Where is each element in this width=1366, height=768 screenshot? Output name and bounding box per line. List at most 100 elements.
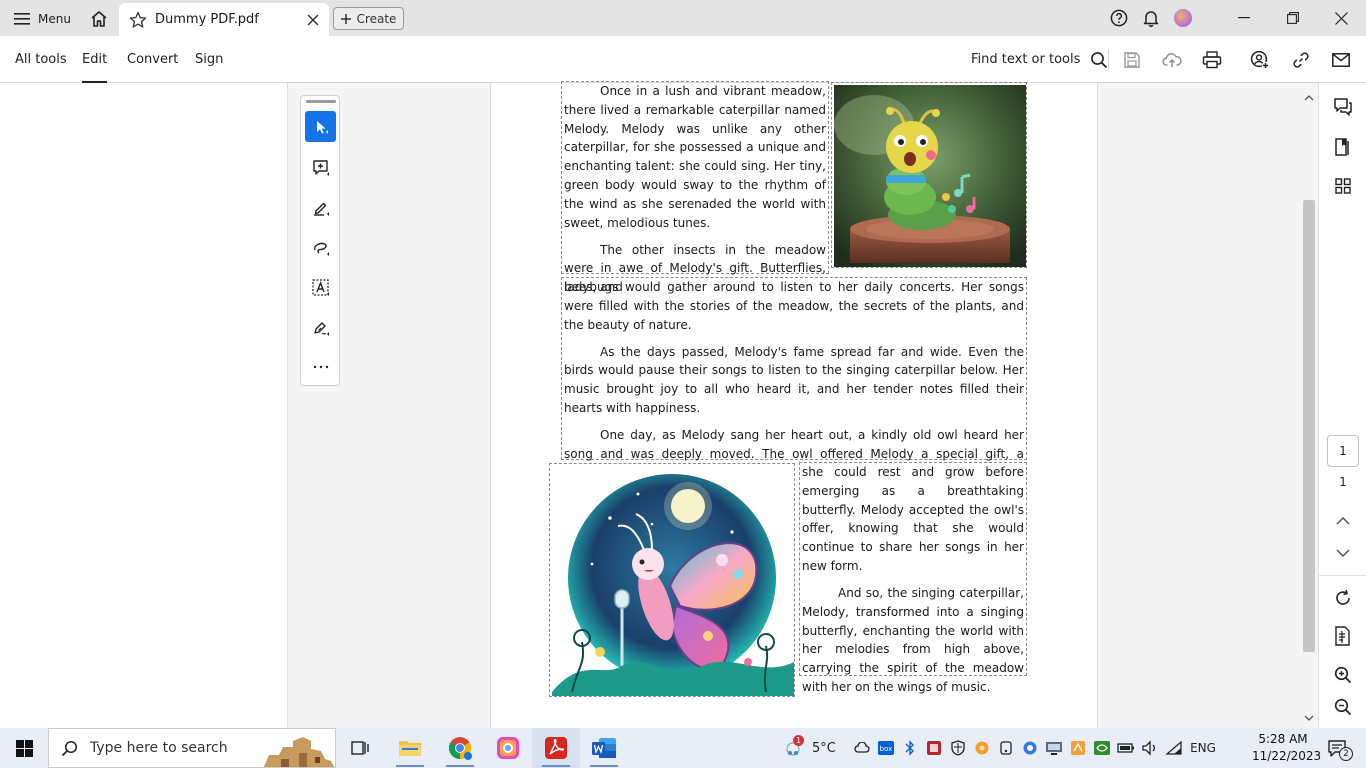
comments-button[interactable] [1331,95,1355,119]
add-comment-tool[interactable] [305,152,336,183]
text-block-paragraph-2[interactable]: ladybugs would gather around to listen t… [561,277,1027,480]
tab-title: Dummy PDF.pdf [155,12,259,27]
home-button[interactable] [86,6,112,31]
image-butterfly-frame[interactable] [549,463,795,697]
next-page-button[interactable] [1331,541,1355,565]
tab-sign[interactable]: Sign [195,36,223,83]
account-button[interactable] [1167,0,1199,36]
scroll-up-icon[interactable] [1304,95,1314,101]
acrobat-icon [544,736,568,760]
box-app-icon: box [878,741,894,755]
document-tab[interactable]: Dummy PDF.pdf [119,3,329,36]
tab-convert[interactable]: Convert [127,36,178,83]
select-tool[interactable] [305,111,336,142]
notifications-button[interactable] [1135,0,1167,36]
toolbar-divider [1108,49,1109,69]
upload-cloud-button[interactable] [1160,48,1184,72]
thumbnails-button[interactable] [1331,174,1355,198]
tray-item-bluetooth[interactable] [898,728,922,768]
tray-item-cloud[interactable] [850,728,874,768]
highlight-tool[interactable] [305,192,336,223]
notification-center-button[interactable]: 2 [1322,728,1353,768]
tray-item-orange[interactable] [970,728,994,768]
zoom-out-button[interactable] [1331,695,1355,719]
more-tools-button[interactable] [305,351,336,382]
display-icon [1045,740,1063,756]
restore-icon [1286,12,1299,24]
clock[interactable]: 5:28 AM 11/22/2023 [1252,731,1321,765]
text-block-paragraph-1[interactable]: Once in a lush and vibrant meadow, there… [561,81,829,294]
tab-edit[interactable]: Edit [82,36,108,83]
vertical-scrollbar[interactable] [1300,83,1318,728]
close-window-button[interactable] [1317,0,1366,36]
tray-item-network[interactable] [1162,728,1186,768]
text-block-paragraph-3[interactable]: she could rest and grow before emerging … [799,462,1027,694]
close-tab-icon[interactable] [307,13,319,26]
task-view-button[interactable] [336,728,384,768]
file-explorer-app[interactable] [386,728,434,768]
share-user-button[interactable] [1248,48,1272,72]
star-icon[interactable] [129,11,147,29]
tray-item-battery[interactable] [1114,728,1138,768]
help-button[interactable] [1103,0,1135,36]
start-button[interactable] [0,728,48,768]
tray-item-box[interactable]: box [874,728,898,768]
zoom-in-button[interactable] [1331,663,1355,687]
title-bar: Menu Dummy PDF.pdf Create [0,0,1366,36]
shield-icon [950,740,966,756]
create-button[interactable]: Create [333,7,404,30]
fill-sign-tool[interactable] [305,312,336,343]
cursor-icon [313,119,329,135]
tray-item-nvidia[interactable] [1090,728,1114,768]
scrollbar-thumb[interactable] [1303,200,1315,652]
tray-item-volume[interactable] [1138,728,1162,768]
paragraph-text: As the days passed, Melody's fame spread… [564,344,1024,415]
previous-page-button[interactable] [1331,509,1355,533]
bell-icon [1142,9,1160,27]
copy-link-button[interactable] [1289,48,1313,72]
palette-drag-handle[interactable] [306,100,336,103]
rotate-button[interactable] [1331,586,1355,610]
bookmarks-button[interactable] [1331,135,1355,159]
user-add-icon [1250,50,1270,70]
find-tools-button[interactable]: Find text or tools [971,36,1108,83]
tray-item-phone[interactable] [994,728,1018,768]
main-toolbar: All tools Edit Convert Sign Find text or… [0,36,1366,83]
tray-item-notes[interactable] [1066,728,1090,768]
image-caterpillar-frame[interactable] [831,82,1027,268]
language-indicator[interactable]: ENG [1186,741,1220,755]
restore-button[interactable] [1268,0,1317,36]
taskbar-search-box[interactable]: Type here to search [48,728,336,768]
page-fit-icon [1334,626,1352,646]
tray-item-display[interactable] [1042,728,1066,768]
minimize-button[interactable] [1219,0,1268,36]
tab-all-tools[interactable]: All tools [15,36,67,83]
chrome-app[interactable] [436,728,484,768]
draw-tool[interactable] [305,232,336,263]
add-text-tool[interactable] [305,272,336,303]
menu-button[interactable]: Menu [8,6,77,31]
bluetooth-icon [904,740,916,756]
comments-icon [1333,97,1353,117]
paragraph-text: Once in a lush and vibrant meadow, there… [564,84,826,230]
tray-item-circle[interactable] [1018,728,1042,768]
tray-item-game[interactable] [922,728,946,768]
chevron-up-icon [1336,517,1350,525]
acrobat-app[interactable] [532,728,580,768]
word-icon [591,736,617,760]
weather-widget[interactable]: 1 [778,728,808,768]
scroll-down-icon[interactable] [1304,715,1314,721]
link-icon [1292,51,1310,69]
task-view-icon [350,739,370,757]
word-app[interactable] [580,728,628,768]
current-page-input[interactable]: 1 [1327,435,1359,467]
email-button[interactable] [1329,48,1353,72]
comment-add-icon [312,159,330,177]
tray-item-security[interactable] [946,728,970,768]
save-button[interactable] [1120,48,1144,72]
folder-icon [398,738,422,758]
text-box-icon [311,278,331,298]
photos-app[interactable] [484,728,532,768]
print-button[interactable] [1200,48,1224,72]
page-display-button[interactable] [1331,624,1355,648]
